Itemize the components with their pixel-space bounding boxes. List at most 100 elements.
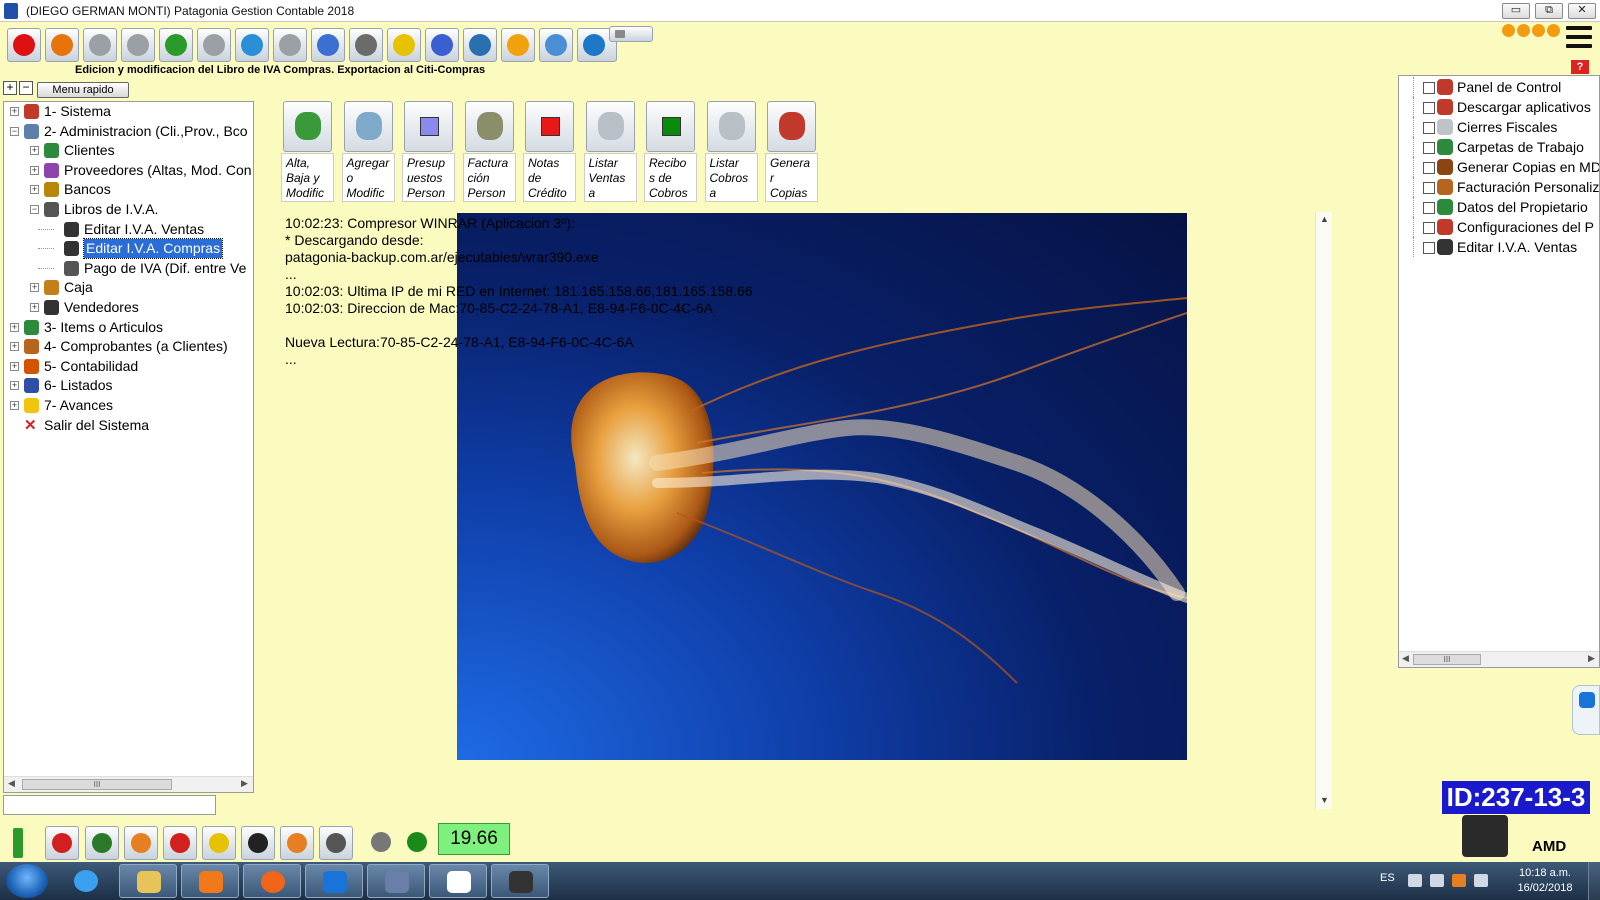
expand-node-icon[interactable]: + [30, 303, 39, 312]
media-player-taskbar-button[interactable] [181, 864, 239, 898]
shortcut-checkbox[interactable] [1423, 102, 1435, 114]
action-label[interactable]: Alta, Baja y Modific [281, 153, 334, 202]
close-button[interactable]: ✕ [1568, 3, 1596, 19]
system-clock[interactable]: 10:18 a.m. 16/02/2018 [1510, 866, 1580, 896]
clock-tool-button[interactable] [241, 826, 275, 860]
action-label[interactable]: Factura ción Person [462, 153, 516, 202]
expand-node-icon[interactable]: + [10, 361, 19, 371]
action-button[interactable] [706, 101, 756, 152]
gear-orange-tool-button[interactable] [124, 826, 158, 860]
network-tray-icon[interactable] [1430, 874, 1444, 887]
hamburger-menu-icon[interactable] [1566, 26, 1592, 56]
camera-button[interactable] [463, 28, 497, 62]
shortcut-item[interactable]: Cierres Fiscales [1399, 117, 1599, 137]
explorer-taskbar-button[interactable] [119, 864, 177, 898]
tree-item[interactable]: +4- Comprobantes (a Clientes) [4, 337, 253, 356]
bottom-text-field[interactable] [3, 795, 216, 815]
shortcut-checkbox[interactable] [1423, 242, 1435, 254]
center-vertical-scrollbar[interactable]: ▲ ▼ [1315, 212, 1332, 809]
tree-item[interactable]: + Proveedores (Altas, Mod. Con [4, 161, 253, 180]
expand-node-icon[interactable]: + [30, 185, 39, 195]
battery-tool-button[interactable] [7, 826, 33, 860]
expand-all-button[interactable]: + [3, 81, 17, 95]
expand-node-icon[interactable]: + [30, 165, 39, 175]
expand-node-icon[interactable]: + [30, 283, 39, 293]
volume-icon[interactable] [1474, 874, 1488, 887]
apple-tool-button[interactable] [163, 826, 197, 860]
scroll-left-icon[interactable]: ◀ [8, 778, 15, 789]
action-label[interactable]: Agregar o Modific [341, 153, 395, 202]
printer-button[interactable] [349, 28, 383, 62]
firefox-taskbar-button[interactable] [243, 864, 301, 898]
scroll-right-icon[interactable]: ▶ [1588, 653, 1595, 664]
expand-node-icon[interactable]: + [10, 401, 19, 410]
action-button[interactable] [585, 101, 635, 152]
restore-button[interactable]: ⧉ [1535, 3, 1563, 19]
scroll-left-icon[interactable]: ◀ [1402, 653, 1409, 664]
tree-item[interactable]: +7- Avances [4, 396, 253, 415]
shortcut-checkbox[interactable] [1423, 122, 1435, 134]
bar-chart-button[interactable] [425, 28, 459, 62]
help-button[interactable]: ? [1571, 60, 1589, 74]
printer-check-tool-button[interactable] [319, 826, 353, 860]
download-button[interactable] [159, 28, 193, 62]
shortcuts-horizontal-scrollbar[interactable]: ◀ III ▶ [1399, 651, 1599, 667]
language-indicator[interactable]: ES [1380, 872, 1395, 884]
hand-button[interactable] [197, 28, 231, 62]
scroll-thumb[interactable]: III [1413, 654, 1481, 665]
collapse-all-button[interactable]: − [19, 81, 33, 95]
tree-item[interactable]: +1- Sistema [4, 102, 253, 121]
shortcut-item[interactable]: Carpetas de Trabajo [1399, 137, 1599, 157]
tree-item[interactable]: Pago de IVA (Dif. entre Ve [4, 259, 253, 278]
action-button[interactable] [283, 101, 332, 152]
menu-rapido-button[interactable]: Menu rapido [37, 82, 129, 98]
bug-button[interactable] [45, 28, 79, 62]
radiation-button[interactable] [501, 28, 535, 62]
coins-tool-button[interactable] [365, 826, 399, 860]
shortcut-item[interactable]: Configuraciones del P [1399, 217, 1599, 237]
shortcut-item[interactable]: Descargar aplicativos [1399, 97, 1599, 117]
grid-button[interactable] [609, 26, 653, 42]
tree-item[interactable]: Editar I.V.A. Compras [4, 238, 253, 260]
action-button[interactable] [464, 101, 514, 152]
stop-button[interactable] [7, 28, 41, 62]
shortcut-checkbox[interactable] [1423, 162, 1435, 174]
agent-taskbar-button[interactable] [491, 864, 549, 898]
teamviewer-side-tab[interactable] [1572, 685, 1600, 735]
expand-node-icon[interactable]: + [10, 107, 19, 116]
collapse-node-icon[interactable]: − [10, 126, 19, 136]
action-button[interactable] [404, 101, 453, 152]
flag-icon[interactable] [1408, 874, 1422, 887]
tag-tool-button[interactable] [202, 826, 236, 860]
shortcut-checkbox[interactable] [1423, 202, 1435, 214]
shortcut-checkbox[interactable] [1423, 82, 1435, 94]
shortcut-item[interactable]: Datos del Propietario [1399, 197, 1599, 217]
expand-node-icon[interactable]: + [10, 322, 19, 332]
shortcut-item[interactable]: Editar I.V.A. Ventas [1399, 237, 1599, 257]
swoosh-tool-button[interactable] [280, 826, 314, 860]
action-button[interactable] [525, 101, 574, 152]
shortcut-checkbox[interactable] [1423, 182, 1435, 194]
tree-item[interactable]: Editar I.V.A. Ventas [4, 220, 253, 239]
shortcut-checkbox[interactable] [1423, 142, 1435, 154]
network-tool-button[interactable] [85, 826, 119, 860]
scroll-down-icon[interactable]: ▼ [1320, 795, 1329, 805]
action-label[interactable]: Listar Cobros a [704, 153, 758, 202]
patagonia-logo-taskbar-button[interactable] [429, 864, 487, 898]
tree-item[interactable]: − Libros de I.V.A. [4, 200, 253, 219]
tag-button[interactable] [387, 28, 421, 62]
tree-item[interactable]: + Clientes [4, 141, 253, 160]
pdf-tool-button[interactable] [45, 826, 79, 860]
teamviewer-taskbar-button[interactable] [305, 864, 363, 898]
shortcut-item[interactable]: Generar Copias en MD [1399, 157, 1599, 177]
action-label[interactable]: Recibo s de Cobros [644, 153, 697, 202]
minimize-button[interactable]: ▭ [1502, 3, 1530, 19]
dollar-tool-button[interactable] [401, 826, 435, 860]
hands-button[interactable] [539, 28, 573, 62]
tree-item[interactable]: +5- Contabilidad [4, 357, 253, 376]
shortcut-item[interactable]: Panel de Control [1399, 77, 1599, 97]
expand-node-icon[interactable]: + [10, 342, 19, 352]
warning-tray-icon[interactable] [1452, 874, 1466, 887]
scroll-up-icon[interactable]: ▲ [1320, 214, 1329, 224]
show-desktop-button[interactable] [1588, 862, 1600, 900]
